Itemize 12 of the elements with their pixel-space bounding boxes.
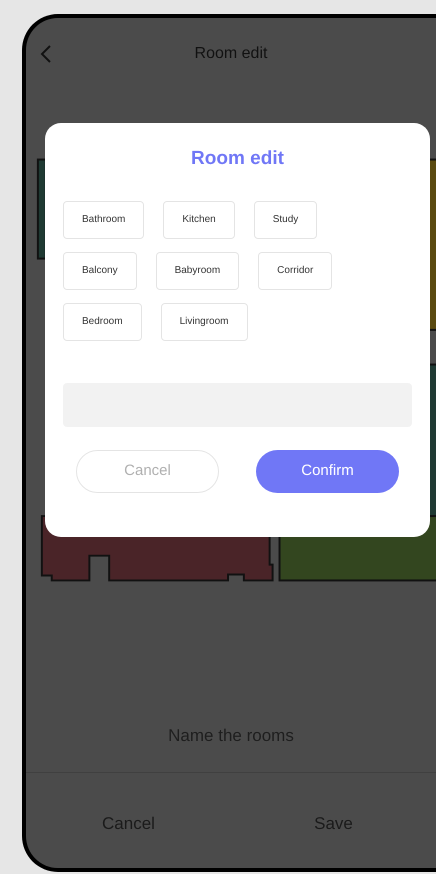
screen-title: Room edit — [194, 44, 268, 64]
room-option[interactable]: Balcony — [63, 252, 137, 290]
room-option[interactable]: Bathroom — [63, 200, 144, 238]
room-option[interactable]: Study — [254, 200, 318, 238]
room-option[interactable]: Corridor — [258, 252, 332, 290]
confirm-button[interactable]: Confirm — [256, 450, 399, 492]
back-icon[interactable] — [40, 44, 52, 64]
room-option[interactable]: Kitchen — [163, 200, 235, 238]
dialog-title: Room edit — [190, 147, 285, 171]
room-option[interactable]: Livingroom — [160, 302, 248, 340]
room-option[interactable]: Babyroom — [156, 252, 240, 290]
room-option[interactable]: Bedroom — [63, 302, 142, 340]
